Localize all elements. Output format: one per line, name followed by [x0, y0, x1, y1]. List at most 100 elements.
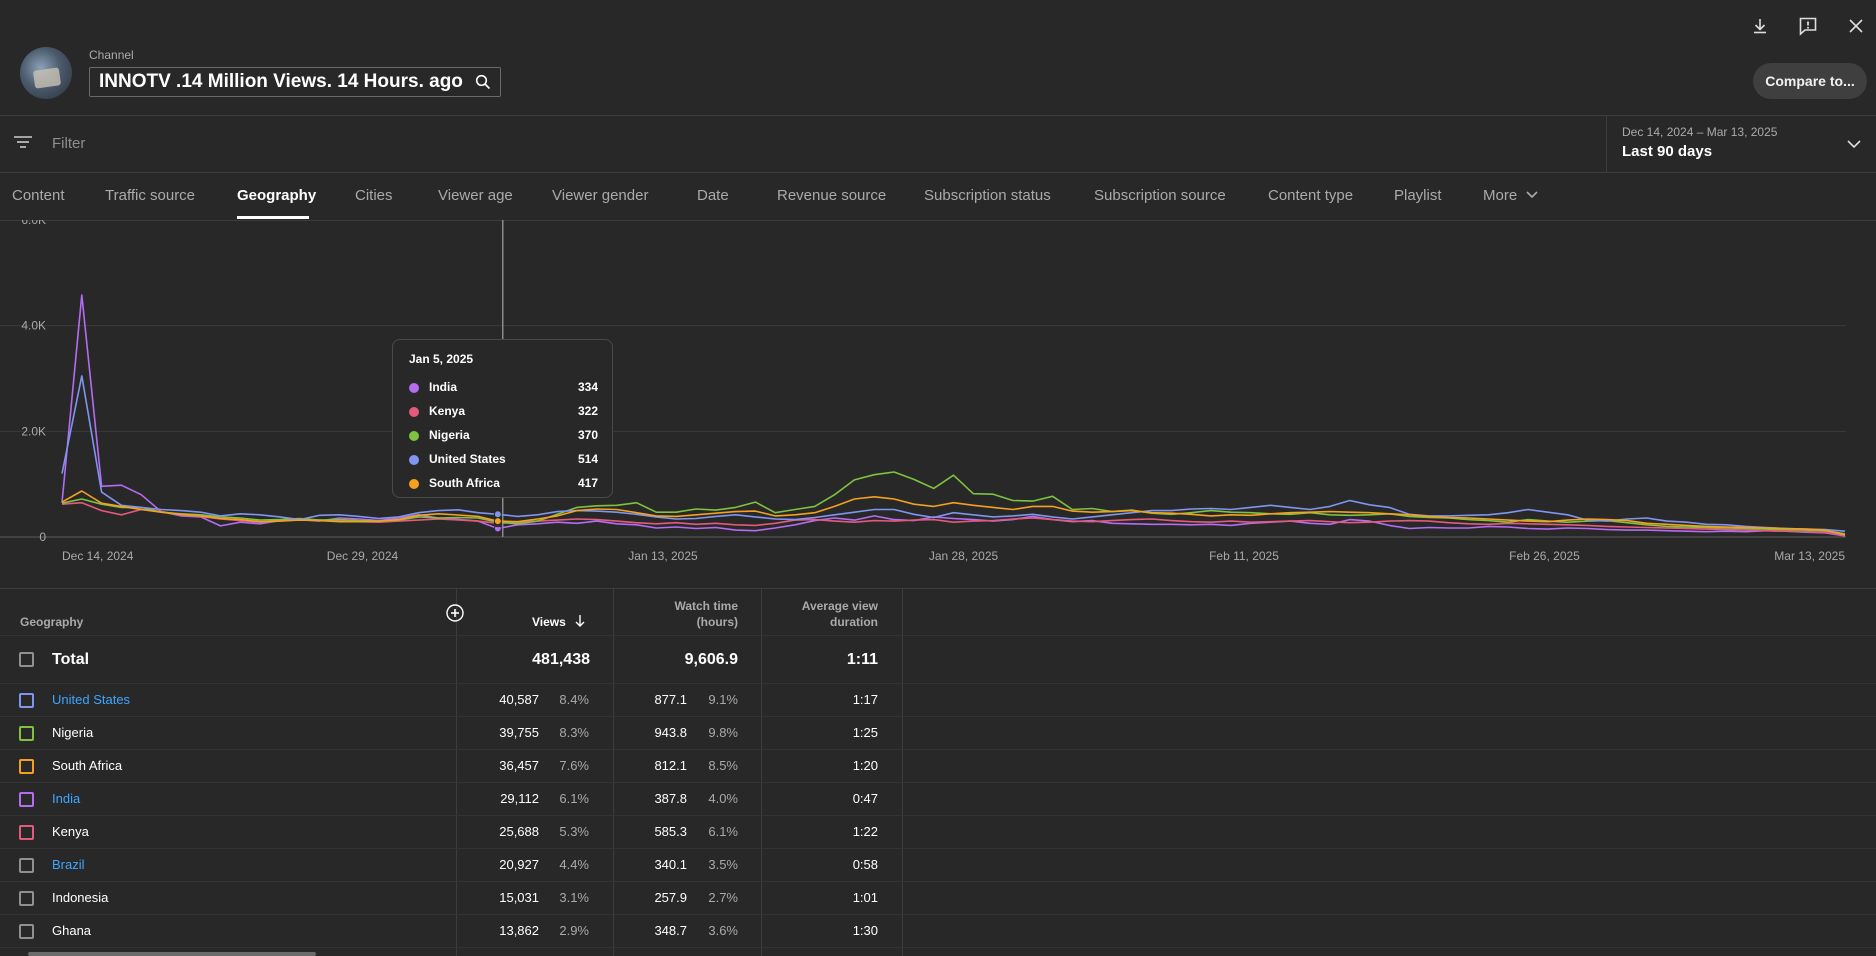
row-checkbox[interactable]: [19, 693, 34, 708]
divider: [0, 683, 1876, 684]
tooltip-row: India 334: [409, 380, 598, 396]
watch-time-percent: 4.0%: [708, 791, 738, 806]
total-checkbox[interactable]: [19, 652, 34, 667]
legend-dot: [409, 407, 419, 417]
avd-value: 1:01: [852, 890, 878, 905]
column-divider: [456, 588, 457, 956]
tab-playlist[interactable]: Playlist: [1394, 187, 1442, 204]
views-value: 20,927: [499, 857, 539, 872]
views-header[interactable]: Views: [532, 615, 566, 629]
period-selector[interactable]: Last 90 days: [1622, 143, 1712, 160]
divider: [0, 782, 1876, 783]
filter-icon[interactable]: [13, 134, 33, 155]
geography-name[interactable]: Brazil: [52, 857, 85, 872]
row-checkbox[interactable]: [19, 858, 34, 873]
y-tick-label: 6.0K: [21, 220, 46, 227]
active-tab-indicator: [237, 216, 309, 219]
filter-input[interactable]: Filter: [52, 135, 85, 152]
download-icon[interactable]: [1748, 14, 1772, 38]
views-percent: 7.6%: [559, 758, 589, 773]
views-percent: 2.9%: [559, 923, 589, 938]
hover-point: [493, 510, 502, 519]
sort-arrow-icon[interactable]: [574, 614, 586, 633]
row-checkbox[interactable]: [19, 891, 34, 906]
avd-value: 1:30: [852, 923, 878, 938]
views-value: 40,587: [499, 692, 539, 707]
geography-name[interactable]: India: [52, 791, 80, 806]
geography-name: South Africa: [52, 758, 123, 773]
date-range[interactable]: Dec 14, 2024 – Mar 13, 2025: [1622, 125, 1777, 139]
tab-content-type[interactable]: Content type: [1268, 187, 1353, 204]
divider: [0, 947, 1876, 948]
views-value: 15,031: [499, 890, 539, 905]
geography-name[interactable]: United States: [52, 692, 130, 707]
watch-time-value: 340.1: [654, 857, 687, 872]
tab-more[interactable]: More: [1483, 187, 1539, 204]
total-views: 481,438: [532, 651, 590, 668]
row-checkbox[interactable]: [19, 726, 34, 741]
watch-time-percent: 3.5%: [708, 857, 738, 872]
column-divider: [613, 588, 614, 956]
series-line: [61, 294, 1846, 537]
legend-dot: [409, 383, 419, 393]
tab-subscription-source[interactable]: Subscription source: [1094, 187, 1226, 204]
watch-time-value: 387.8: [654, 791, 687, 806]
divider: [0, 115, 1876, 116]
search-icon[interactable]: [475, 74, 491, 95]
avd-value: 0:58: [852, 857, 878, 872]
views-percent: 5.3%: [559, 824, 589, 839]
compare-button[interactable]: Compare to...: [1753, 63, 1867, 99]
watch-time-value: 812.1: [654, 758, 687, 773]
divider: [0, 588, 1876, 589]
divider: [0, 716, 1876, 717]
views-percent: 3.1%: [559, 890, 589, 905]
watch-time-value: 257.9: [654, 890, 687, 905]
row-checkbox[interactable]: [19, 825, 34, 840]
tooltip-date: Jan 5, 2025: [409, 352, 474, 366]
tab-cities[interactable]: Cities: [355, 187, 393, 204]
horizontal-scrollbar[interactable]: [28, 952, 316, 956]
tab-viewer-age[interactable]: Viewer age: [438, 187, 513, 204]
tab-traffic-source[interactable]: Traffic source: [105, 187, 195, 204]
channel-selector[interactable]: INNOTV .14 Million Views. 14 Hours. ago: [89, 67, 501, 97]
watch-time-value: 943.8: [654, 725, 687, 740]
divider: [0, 749, 1876, 750]
watch-time-value: 348.7: [654, 923, 687, 938]
total-label: Total: [52, 651, 90, 668]
tab-geography[interactable]: Geography: [237, 187, 316, 204]
tooltip-series-value: 514: [577, 452, 598, 466]
avd-value: 1:17: [852, 692, 878, 707]
tooltip-row: United States 514: [409, 452, 598, 468]
total-avd: 1:11: [846, 651, 878, 668]
feedback-icon[interactable]: [1796, 14, 1820, 38]
geography-name: Ghana: [52, 923, 92, 938]
y-tick-label: 4.0K: [21, 319, 46, 333]
tab-subscription-status[interactable]: Subscription status: [924, 187, 1051, 204]
geography-line-chart[interactable]: 6.0K 4.0K 2.0K 0 Dec 14, 2024 Dec 29, 2024 Jan…: [0, 220, 1876, 588]
row-checkbox[interactable]: [19, 759, 34, 774]
y-tick-label: 2.0K: [21, 424, 46, 438]
watch-time-value: 585.3: [654, 824, 687, 839]
add-column-icon[interactable]: [446, 604, 464, 622]
watch-time-percent: 9.8%: [708, 725, 738, 740]
row-checkbox[interactable]: [19, 792, 34, 807]
chevron-down-icon[interactable]: [1846, 137, 1862, 155]
views-percent: 4.4%: [559, 857, 589, 872]
tab-content[interactable]: Content: [12, 187, 65, 204]
channel-avatar: [20, 47, 72, 99]
tab-date[interactable]: Date: [697, 187, 729, 204]
avd-value: 1:20: [852, 758, 878, 773]
avd-header[interactable]: Average view: [780, 599, 878, 613]
views-value: 25,688: [499, 824, 539, 839]
watch-time-header[interactable]: Watch time: [640, 599, 738, 613]
close-icon[interactable]: [1844, 14, 1868, 38]
tooltip-series-name: Nigeria: [429, 428, 470, 442]
row-checkbox[interactable]: [19, 924, 34, 939]
geography-name: Nigeria: [52, 725, 94, 740]
tooltip-series-value: 370: [577, 428, 598, 442]
tab-more-label: More: [1483, 187, 1518, 204]
tab-viewer-gender[interactable]: Viewer gender: [552, 187, 648, 204]
views-value: 36,457: [499, 758, 539, 773]
tab-revenue-source[interactable]: Revenue source: [777, 187, 886, 204]
geography-header: Geography: [20, 615, 84, 629]
